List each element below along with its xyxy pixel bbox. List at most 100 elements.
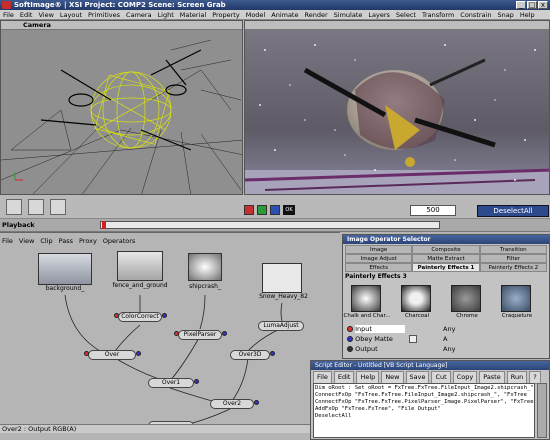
- operator-thumb-chrome[interactable]: [451, 285, 481, 312]
- menu-edit[interactable]: Edit: [20, 11, 33, 19]
- operator-tab[interactable]: Filter: [479, 254, 547, 263]
- green-channel-swatch[interactable]: [257, 205, 267, 215]
- menu-render[interactable]: Render: [305, 11, 328, 19]
- window-title-bar: SoftImage® | XSI Project: COMP2 Scene: S…: [0, 0, 550, 10]
- port-name-input[interactable]: Input: [355, 325, 406, 333]
- fx-port[interactable]: [84, 351, 89, 356]
- operator-tab[interactable]: Image: [345, 245, 413, 254]
- operator-thumb-charcoal[interactable]: [401, 285, 431, 312]
- fx-port[interactable]: [194, 379, 199, 384]
- port-name-obey-matte[interactable]: Obey Matte: [355, 335, 393, 343]
- menu-material[interactable]: Material: [180, 11, 206, 19]
- frame-number-field[interactable]: 500: [410, 205, 456, 216]
- main-menu-bar: File Edit View Layout Primitives Camera Light M…: [0, 10, 550, 20]
- timeline-slider[interactable]: [100, 221, 440, 229]
- fx-port[interactable]: [136, 351, 141, 356]
- menu-camera[interactable]: Camera: [126, 11, 152, 19]
- operator-tab[interactable]: Composite: [412, 245, 480, 254]
- menu-property[interactable]: Property: [212, 11, 240, 19]
- script-editor-panel[interactable]: Script Editor - Untitled [VB Script Lang…: [310, 360, 550, 440]
- menu-animate[interactable]: Animate: [271, 11, 298, 19]
- port-value-input: Any: [443, 325, 456, 333]
- fx-node-over1[interactable]: Over1: [148, 378, 194, 388]
- maximize-button[interactable]: □: [527, 1, 537, 9]
- port-value-output: Any: [443, 345, 456, 353]
- fx-node-snow-thumb[interactable]: [262, 263, 302, 293]
- deselect-all-button[interactable]: DeselectAll: [477, 205, 549, 217]
- port-row-input: Input: [347, 325, 406, 333]
- menu-select[interactable]: Select: [396, 11, 416, 19]
- playback-label[interactable]: Playback: [2, 220, 35, 231]
- fx-node-background-thumb[interactable]: [38, 253, 92, 285]
- code-line: ConnectFxOp "FxTree.FxTree.PixelParser_I…: [315, 399, 534, 405]
- operator-thumb-chalk[interactable]: [351, 285, 381, 312]
- operator-thumb-craquelure[interactable]: [501, 285, 531, 312]
- fx-tree-status: Over2 : Output RGB(A): [0, 424, 340, 433]
- menu-constrain[interactable]: Constrain: [460, 11, 491, 19]
- operator-section-label: Painterly Effects 3: [345, 273, 407, 280]
- script-editor-title: Script Editor - Untitled [VB Script Lang…: [311, 361, 549, 370]
- image-operator-selector-panel[interactable]: Image Operator Selector Image Composite Tr…: [342, 234, 550, 359]
- blue-channel-swatch[interactable]: [270, 205, 280, 215]
- stamp-tool-icon[interactable]: [50, 199, 66, 215]
- minimize-button[interactable]: _: [516, 1, 526, 9]
- fx-port[interactable]: [174, 331, 179, 336]
- camera-viewport[interactable]: Camera: [0, 20, 243, 195]
- menu-transform[interactable]: Transform: [422, 11, 454, 19]
- menu-view[interactable]: View: [38, 11, 53, 19]
- fx-port[interactable]: [270, 351, 275, 356]
- fx-node-shipcrash-thumb[interactable]: [188, 253, 222, 281]
- operator-tab[interactable]: Transition: [479, 245, 547, 254]
- port-name-output[interactable]: Output: [355, 345, 378, 353]
- script-editor-toolbar: File Edit Help New Save Cut Copy Paste Run?: [313, 371, 543, 384]
- matte-port-icon: [347, 336, 353, 342]
- code-line: ConnectFxOp "FxTree.FxTree.FileInput_Ima…: [315, 392, 527, 398]
- operator-tab[interactable]: Image Adjust: [345, 254, 413, 263]
- select-tool-icon[interactable]: [6, 199, 22, 215]
- fx-node-shipcrash-label: shipcrash_: [189, 283, 221, 290]
- menu-layers[interactable]: Layers: [368, 11, 390, 19]
- operator-thumb-label: Charcoal: [404, 313, 430, 319]
- operator-tab[interactable]: Painterly Effects 1: [412, 263, 480, 272]
- output-port-icon: [347, 346, 353, 352]
- close-button[interactable]: x: [538, 1, 548, 9]
- fx-node-pixelparser[interactable]: PixelParser: [178, 330, 222, 340]
- fx-node-over2[interactable]: Over2: [210, 399, 254, 409]
- menu-help[interactable]: Help: [520, 11, 535, 19]
- script-editor-code[interactable]: Dim oRoot : Set oRoot = FxTree.FxTree.Fi…: [313, 383, 535, 438]
- menu-layout[interactable]: Layout: [60, 11, 82, 19]
- fx-port[interactable]: [254, 400, 259, 405]
- render-viewport[interactable]: [244, 20, 550, 195]
- fx-port[interactable]: [222, 331, 227, 336]
- viewport-camera-label[interactable]: Camera: [23, 21, 51, 29]
- script-editor-scrollbar[interactable]: [537, 383, 547, 438]
- menu-simulate[interactable]: Simulate: [334, 11, 363, 19]
- timeline-playhead[interactable]: [102, 221, 106, 229]
- operator-thumb-label: Chrome: [456, 313, 478, 319]
- fx-node-fence-label: fence_and_ground: [112, 282, 168, 289]
- menu-primitives[interactable]: Primitives: [88, 11, 120, 19]
- render-viewport-header: [245, 21, 549, 30]
- fx-port[interactable]: [162, 313, 167, 318]
- fx-node-over3d[interactable]: Over3D: [230, 350, 270, 360]
- obey-matte-checkbox[interactable]: [409, 335, 417, 343]
- menu-file[interactable]: File: [3, 11, 14, 19]
- menu-light[interactable]: Light: [158, 11, 174, 19]
- rendered-image: [245, 30, 549, 194]
- operator-tab[interactable]: Matte Extract: [412, 254, 480, 263]
- ok-button[interactable]: OK: [283, 205, 295, 215]
- fx-node-over[interactable]: Over: [88, 350, 136, 360]
- port-row-output: Output: [347, 345, 378, 353]
- fx-port[interactable]: [114, 313, 119, 318]
- fx-node-fence-thumb[interactable]: [117, 251, 163, 281]
- operator-tab[interactable]: Painterly Effects 2: [479, 263, 547, 272]
- menu-snap[interactable]: Snap: [497, 11, 513, 19]
- operator-tab[interactable]: Effects: [345, 263, 413, 272]
- fx-node-colorcorrect[interactable]: ColorCorrect: [118, 312, 162, 322]
- fx-tree-panel[interactable]: File View Clip Pass Proxy Operators backgroun…: [0, 232, 340, 432]
- paint-brush-icon[interactable]: [28, 199, 44, 215]
- menu-model[interactable]: Model: [246, 11, 266, 19]
- red-channel-swatch[interactable]: [244, 205, 254, 215]
- input-port-icon: [347, 326, 353, 332]
- fx-node-lumaadjust[interactable]: LumaAdjust: [258, 321, 304, 331]
